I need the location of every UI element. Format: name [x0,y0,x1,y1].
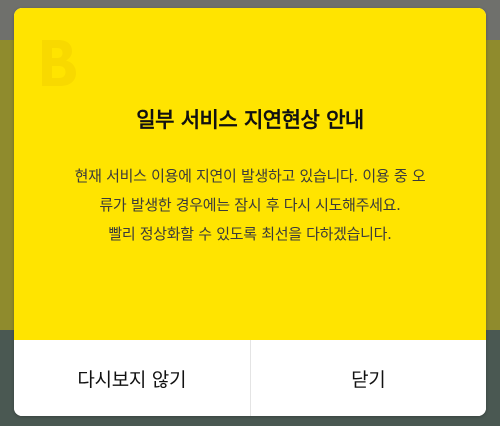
dialog-body: 일부 서비스 지연현상 안내 현재 서비스 이용에 지연이 발생하고 있습니다.… [14,8,486,340]
notice-dialog: 일부 서비스 지연현상 안내 현재 서비스 이용에 지연이 발생하고 있습니다.… [14,8,486,416]
dialog-button-row: 다시보지 않기 닫기 [14,340,486,416]
message-paragraph-2: 빨리 정상화할 수 있도록 최선을 다하겠습니다. [108,225,392,243]
backdrop-top-band [0,0,500,8]
message-paragraph-1: 현재 서비스 이용에 지연이 발생하고 있습니다. 이용 중 오류가 발생한 경… [74,167,426,214]
dialog-title: 일부 서비스 지연현상 안내 [136,108,364,132]
dont-show-again-button[interactable]: 다시보지 않기 [14,340,250,416]
brand-b-logo-icon [42,40,76,86]
close-button[interactable]: 닫기 [251,340,487,416]
dialog-message: 현재 서비스 이용에 지연이 발생하고 있습니다. 이용 중 오류가 발생한 경… [68,162,432,249]
